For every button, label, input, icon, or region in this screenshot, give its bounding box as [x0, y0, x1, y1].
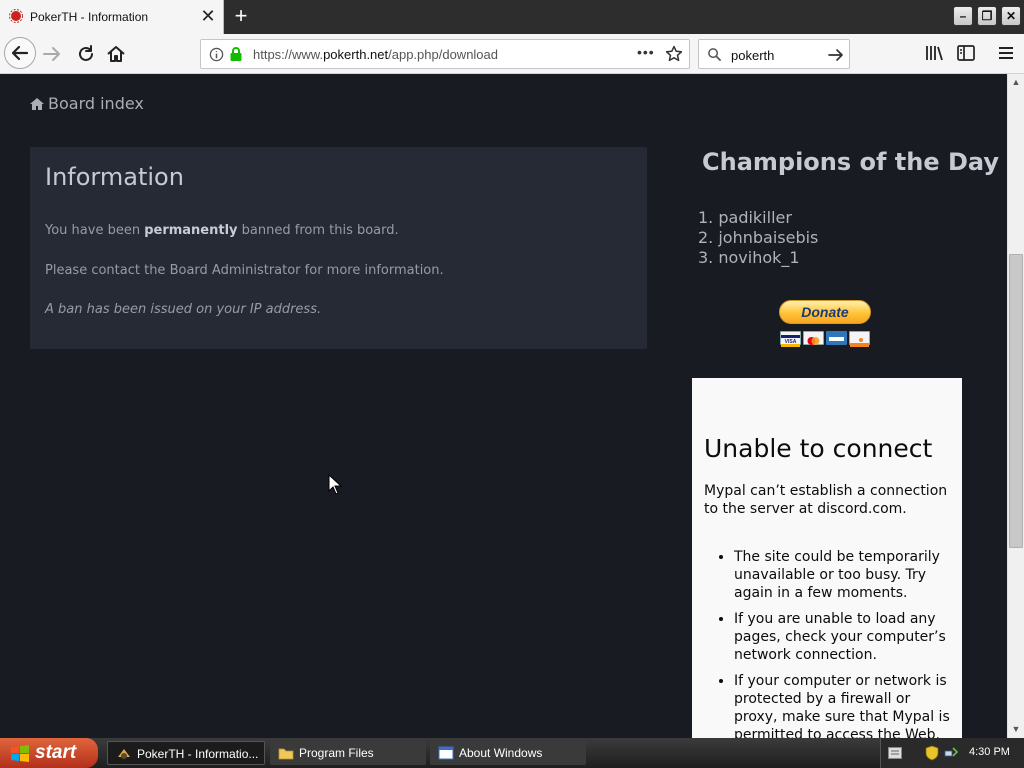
- sidebar-toggle-icon[interactable]: [956, 43, 976, 63]
- mouse-pointer-icon: [328, 474, 342, 495]
- paypal-donate: Donate VISA: [779, 300, 871, 348]
- scroll-down-arrow-icon[interactable]: ▼: [1008, 721, 1024, 738]
- start-button[interactable]: start: [0, 738, 98, 768]
- tab-pokerth[interactable]: PokerTH - Information ✕: [0, 0, 224, 34]
- page-scrollbar[interactable]: ▲ ▼: [1007, 74, 1024, 738]
- search-icon: [708, 48, 722, 62]
- system-tray: 4:30 PM: [880, 738, 1024, 768]
- page-actions-menu-icon[interactable]: •••: [637, 44, 657, 64]
- champion-entry: 1. padikiller: [698, 208, 792, 227]
- taskbar-item-about-windows[interactable]: About Windows: [430, 741, 586, 765]
- discover-card-icon: [849, 331, 870, 347]
- url-text: https://www.pokerth.net/app.php/download: [253, 47, 498, 62]
- information-title: Information: [45, 163, 184, 191]
- page-viewport: Board index Information You have been pe…: [0, 74, 1007, 738]
- taskbar-item-label: PokerTH - Informatio...: [137, 747, 259, 761]
- taskbar-item-label: Program Files: [299, 746, 374, 760]
- back-button[interactable]: [4, 37, 36, 69]
- pokerth-favicon-icon: [9, 9, 23, 23]
- ban-type-emphasis: permanently: [144, 223, 238, 238]
- navigation-toolbar: https://www.pokerth.net/app.php/download…: [0, 34, 1024, 74]
- site-info-icon[interactable]: [209, 47, 224, 62]
- new-tab-button[interactable]: +: [229, 4, 253, 28]
- lock-icon: [230, 47, 242, 61]
- search-input[interactable]: [731, 46, 821, 64]
- bookmark-star-icon[interactable]: [665, 45, 683, 63]
- forward-button[interactable]: [40, 42, 64, 66]
- breadcrumb-board-index-link[interactable]: Board index: [48, 94, 144, 113]
- back-arrow-icon: [11, 45, 29, 61]
- error-description: Mypal can’t establish a connection to th…: [704, 483, 948, 517]
- security-shield-icon[interactable]: [925, 745, 939, 761]
- error-title: Unable to connect: [704, 434, 933, 463]
- hamburger-menu-icon[interactable]: [996, 43, 1016, 63]
- champions-title: Champions of the Day: [702, 148, 1000, 176]
- home-button[interactable]: [104, 42, 128, 66]
- visa-card-icon: VISA: [780, 331, 801, 347]
- discord-widget-error-frame: Unable to connect Mypal can’t establish …: [692, 378, 962, 738]
- taskbar-item-pokerth[interactable]: PokerTH - Informatio...: [107, 741, 265, 765]
- browser-app-icon: [118, 749, 130, 759]
- tab-close-icon[interactable]: ✕: [199, 6, 217, 26]
- home-icon: [30, 98, 44, 110]
- search-bar[interactable]: [698, 39, 850, 69]
- contact-admin-message: Please contact the Board Administrator f…: [45, 263, 444, 278]
- breadcrumb[interactable]: Board index: [30, 94, 144, 113]
- error-tip: If you are unable to load any pages, che…: [734, 610, 954, 664]
- start-label: start: [35, 742, 77, 763]
- tab-strip: PokerTH - Information ✕ + – ❐ ✕: [0, 0, 1024, 34]
- window-app-icon: [438, 746, 454, 760]
- svg-text:VISA: VISA: [785, 339, 797, 345]
- scrollbar-thumb[interactable]: [1009, 254, 1023, 548]
- window-restore-button[interactable]: ❐: [977, 6, 997, 26]
- tab-title: PokerTH - Information: [30, 10, 149, 24]
- ip-ban-message: A ban has been issued on your IP address…: [45, 302, 322, 317]
- scroll-up-arrow-icon[interactable]: ▲: [1008, 74, 1024, 91]
- reload-button[interactable]: [74, 42, 98, 66]
- champion-entry: 2. johnbaisebis: [698, 228, 819, 247]
- window-close-button[interactable]: ✕: [1001, 6, 1021, 26]
- search-go-arrow-icon[interactable]: [827, 46, 845, 64]
- windows-logo-icon: [11, 745, 29, 762]
- taskbar-item-label: About Windows: [459, 746, 543, 760]
- clock: 4:30 PM: [969, 746, 1010, 758]
- amex-card-icon: [826, 331, 847, 345]
- window-minimize-button[interactable]: –: [953, 6, 973, 26]
- champions-list: 1. padikiller 2. johnbaisebis 3. novihok…: [698, 208, 818, 268]
- donate-button[interactable]: Donate: [779, 300, 871, 324]
- url-bar[interactable]: https://www.pokerth.net/app.php/download…: [200, 39, 690, 69]
- taskbar-item-program-files[interactable]: Program Files: [270, 741, 426, 765]
- network-icon[interactable]: [943, 745, 959, 761]
- keyboard-icon[interactable]: [888, 747, 902, 759]
- mastercard-icon: [803, 331, 824, 345]
- error-tips-list: The site could be temporarily unavailabl…: [734, 548, 954, 738]
- windows-taskbar: start PokerTH - Informatio... Program Fi…: [0, 738, 1024, 768]
- error-tip: The site could be temporarily unavailabl…: [734, 548, 954, 602]
- information-panel: Information You have been permanently ba…: [30, 147, 647, 349]
- champion-entry: 3. novihok_1: [698, 248, 800, 267]
- library-icon[interactable]: [924, 43, 944, 63]
- ban-message: You have been permanently banned from th…: [45, 223, 399, 238]
- error-tip: If your computer or network is protected…: [734, 672, 954, 738]
- folder-icon: [278, 748, 294, 760]
